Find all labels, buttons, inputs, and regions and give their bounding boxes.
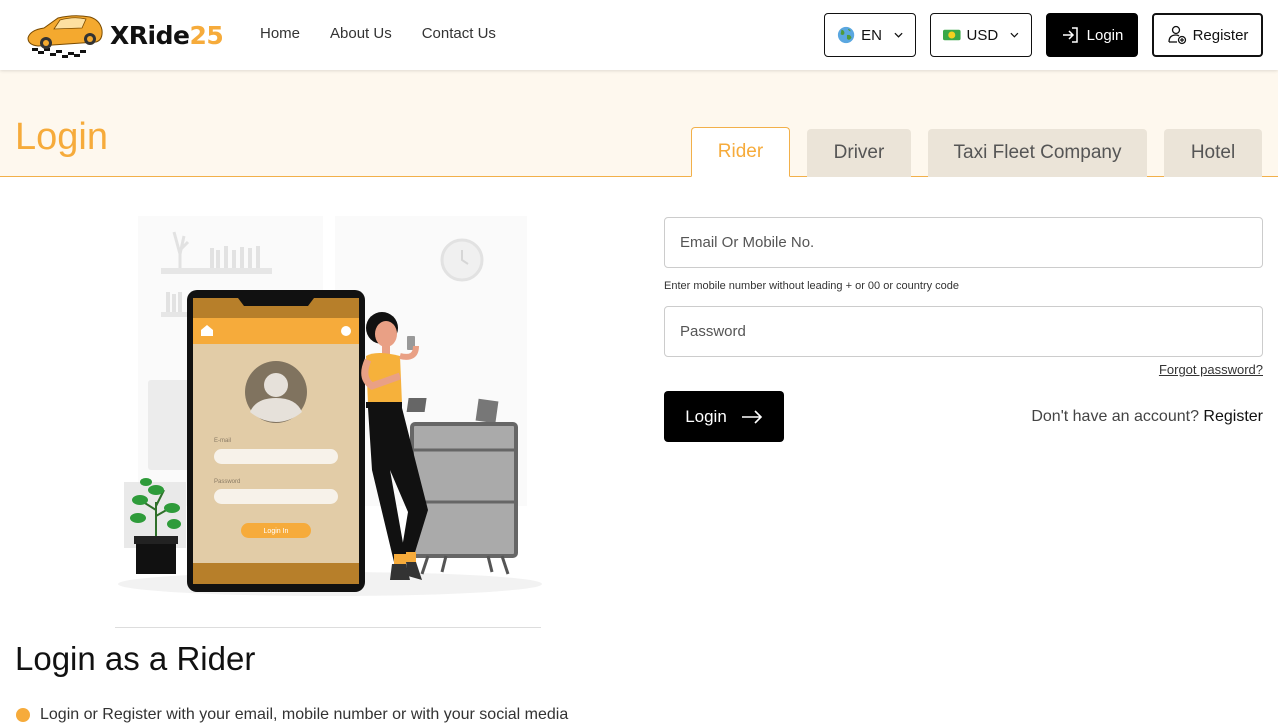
globe-icon: [837, 26, 855, 44]
tab-taxi-fleet-company[interactable]: Taxi Fleet Company: [928, 129, 1147, 177]
phone-mockup: E-mail Password Login In: [187, 290, 365, 592]
forgot-password-link[interactable]: Forgot password?: [664, 362, 1263, 377]
password-input[interactable]: [664, 306, 1263, 357]
user-plus-icon: [1167, 25, 1186, 45]
phone-login-button-label: Login In: [264, 528, 289, 535]
login-form: Enter mobile number without leading + or…: [664, 217, 1263, 442]
main-nav: Home About Us Contact Us: [260, 25, 496, 42]
phone-email-label: E-mail: [214, 438, 231, 444]
header-login-button[interactable]: Login: [1046, 13, 1138, 57]
shelf: [161, 268, 272, 274]
shelf: [161, 312, 191, 317]
car-logo-icon: [27, 15, 103, 58]
language-value: EN: [861, 26, 882, 44]
register-link[interactable]: Register: [1203, 408, 1263, 425]
site-header: XRide25 Home About Us Contact Us EN USD: [0, 0, 1278, 70]
user-type-tabs: Rider Driver Taxi Fleet Company Hotel: [691, 127, 1262, 177]
language-select[interactable]: EN: [824, 13, 916, 57]
logo[interactable]: XRide25: [24, 12, 224, 58]
logo-text: XRide25: [110, 20, 224, 50]
chevron-down-icon: [1010, 32, 1019, 38]
register-prompt: Don't have an account? Register: [1031, 407, 1263, 425]
mobile-hint: Enter mobile number without leading + or…: [664, 280, 960, 292]
feature-bullet: Login or Register with your email, mobil…: [16, 706, 568, 724]
gear-icon: [341, 326, 351, 336]
header-actions: EN USD Login Register: [824, 13, 1263, 57]
tab-rider[interactable]: Rider: [691, 127, 790, 177]
arrow-right-icon: [741, 409, 762, 424]
email-or-mobile-input[interactable]: [664, 217, 1263, 268]
divider: [115, 627, 541, 628]
login-submit-button[interactable]: Login: [664, 391, 784, 442]
page-title: Login: [15, 116, 108, 158]
nav-home[interactable]: Home: [260, 25, 300, 42]
currency-select[interactable]: USD: [930, 13, 1032, 57]
phone-password-label: Password: [214, 479, 240, 485]
sign-in-icon: [1062, 27, 1078, 43]
header-register-button[interactable]: Register: [1152, 13, 1263, 57]
nav-about-us[interactable]: About Us: [330, 25, 392, 42]
tab-hotel[interactable]: Hotel: [1164, 129, 1262, 177]
section-title: Login as a Rider: [15, 640, 256, 677]
cabinet: [406, 398, 518, 575]
currency-value: USD: [966, 26, 999, 44]
chevron-down-icon: [894, 32, 903, 38]
bullet-dot-icon: [16, 708, 30, 722]
tab-driver[interactable]: Driver: [807, 129, 911, 177]
page-banner: Login Rider Driver Taxi Fleet Company Ho…: [0, 70, 1278, 177]
nav-contact-us[interactable]: Contact Us: [422, 25, 496, 42]
login-illustration: E-mail Password Login In: [118, 216, 542, 596]
banknote-icon: [943, 29, 961, 41]
